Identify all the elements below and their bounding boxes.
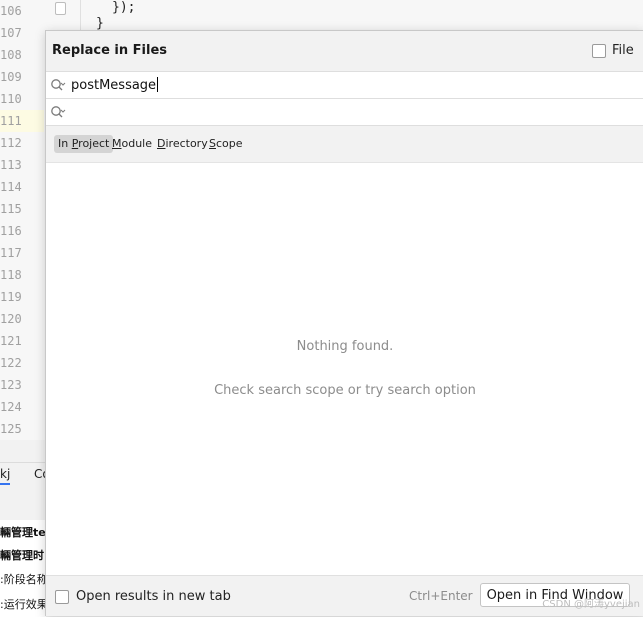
search-history-icon[interactable] [50, 105, 66, 119]
line-number: 123 [0, 378, 22, 392]
scope-custom[interactable]: Scope [205, 135, 247, 153]
dialog-header[interactable]: Replace in Files File [46, 31, 643, 72]
scope-in-project[interactable]: In Project [54, 135, 114, 153]
line-number: 122 [0, 356, 22, 370]
line-number: 113 [0, 158, 22, 172]
line-number: 120 [0, 312, 22, 326]
log-line: :运行效果 [0, 598, 46, 611]
line-number: 114 [0, 180, 22, 194]
bottom-tool-tabs: kj Co [0, 462, 50, 491]
results-area: Nothing found. Check search scope or try… [46, 163, 643, 575]
scope-rest: cope [215, 137, 243, 150]
scope-rest: odule [121, 137, 153, 150]
watermark: CSDN @阿涛yvejian [542, 599, 640, 610]
line-number-gutter: 106 107 108 109 110 111 112 113 114 115 116 117 118 1… [0, 0, 44, 440]
open-in-new-tab-option[interactable]: Open results in new tab [55, 589, 231, 604]
line-number: 106 [0, 4, 22, 18]
line-number: 117 [0, 246, 22, 260]
replace-row [46, 99, 643, 126]
file-mask-checkbox[interactable] [592, 43, 606, 58]
line-number: 118 [0, 268, 22, 282]
find-value: postMessage [71, 78, 157, 93]
line-number: 108 [0, 48, 22, 62]
scope-mnemonic: M [112, 137, 122, 150]
line-number: 111 [0, 110, 44, 132]
scope-module[interactable]: Module [108, 135, 156, 153]
file-mask-label: File [612, 43, 634, 58]
line-number: 119 [0, 290, 22, 304]
scope-bar: In Project Module Directory Scope [46, 126, 643, 163]
line-number: 112 [0, 136, 22, 150]
line-number: 110 [0, 92, 22, 106]
scope-directory[interactable]: Directory [153, 135, 212, 153]
log-line: :阶段名称 [0, 573, 46, 586]
log-line: 輛管理te [0, 526, 46, 539]
search-hint: Check search scope or try search option [214, 383, 476, 398]
dialog-title: Replace in Files [52, 43, 167, 58]
dialog-footer: Open results in new tab Ctrl+Enter Open … [46, 575, 643, 616]
line-number: 116 [0, 224, 22, 238]
line-number: 121 [0, 334, 22, 348]
scope-rest: roject [78, 137, 110, 150]
shortcut-hint: Ctrl+Enter [409, 589, 473, 603]
search-history-icon[interactable] [50, 78, 66, 92]
replace-in-files-dialog: Replace in Files File postMessage In Pro… [45, 30, 643, 616]
line-number: 124 [0, 400, 22, 414]
text-caret [157, 77, 159, 92]
line-number: 125 [0, 422, 22, 436]
log-panel: 輛管理te 輛管理时 :阶段名称 :运行效果 [0, 520, 46, 617]
nothing-found-message: Nothing found. [296, 339, 394, 354]
indent-guide [80, 0, 81, 30]
line-number: 115 [0, 202, 22, 216]
scope-rest: irectory [165, 137, 208, 150]
line-number: 107 [0, 26, 22, 40]
find-row: postMessage [46, 72, 643, 99]
line-number: 109 [0, 70, 22, 84]
fold-marker-icon[interactable] [55, 2, 66, 15]
scope-mnemonic: S [209, 137, 216, 150]
open-in-new-tab-label: Open results in new tab [76, 589, 231, 604]
file-mask-option[interactable]: File [592, 43, 634, 58]
find-input[interactable]: postMessage [71, 77, 159, 93]
open-in-new-tab-checkbox[interactable] [55, 589, 69, 604]
scope-prefix: In [58, 137, 72, 150]
tab-kj[interactable]: kj [0, 467, 11, 485]
log-line: 輛管理时 [0, 549, 44, 562]
code-line: }); [112, 0, 136, 15]
